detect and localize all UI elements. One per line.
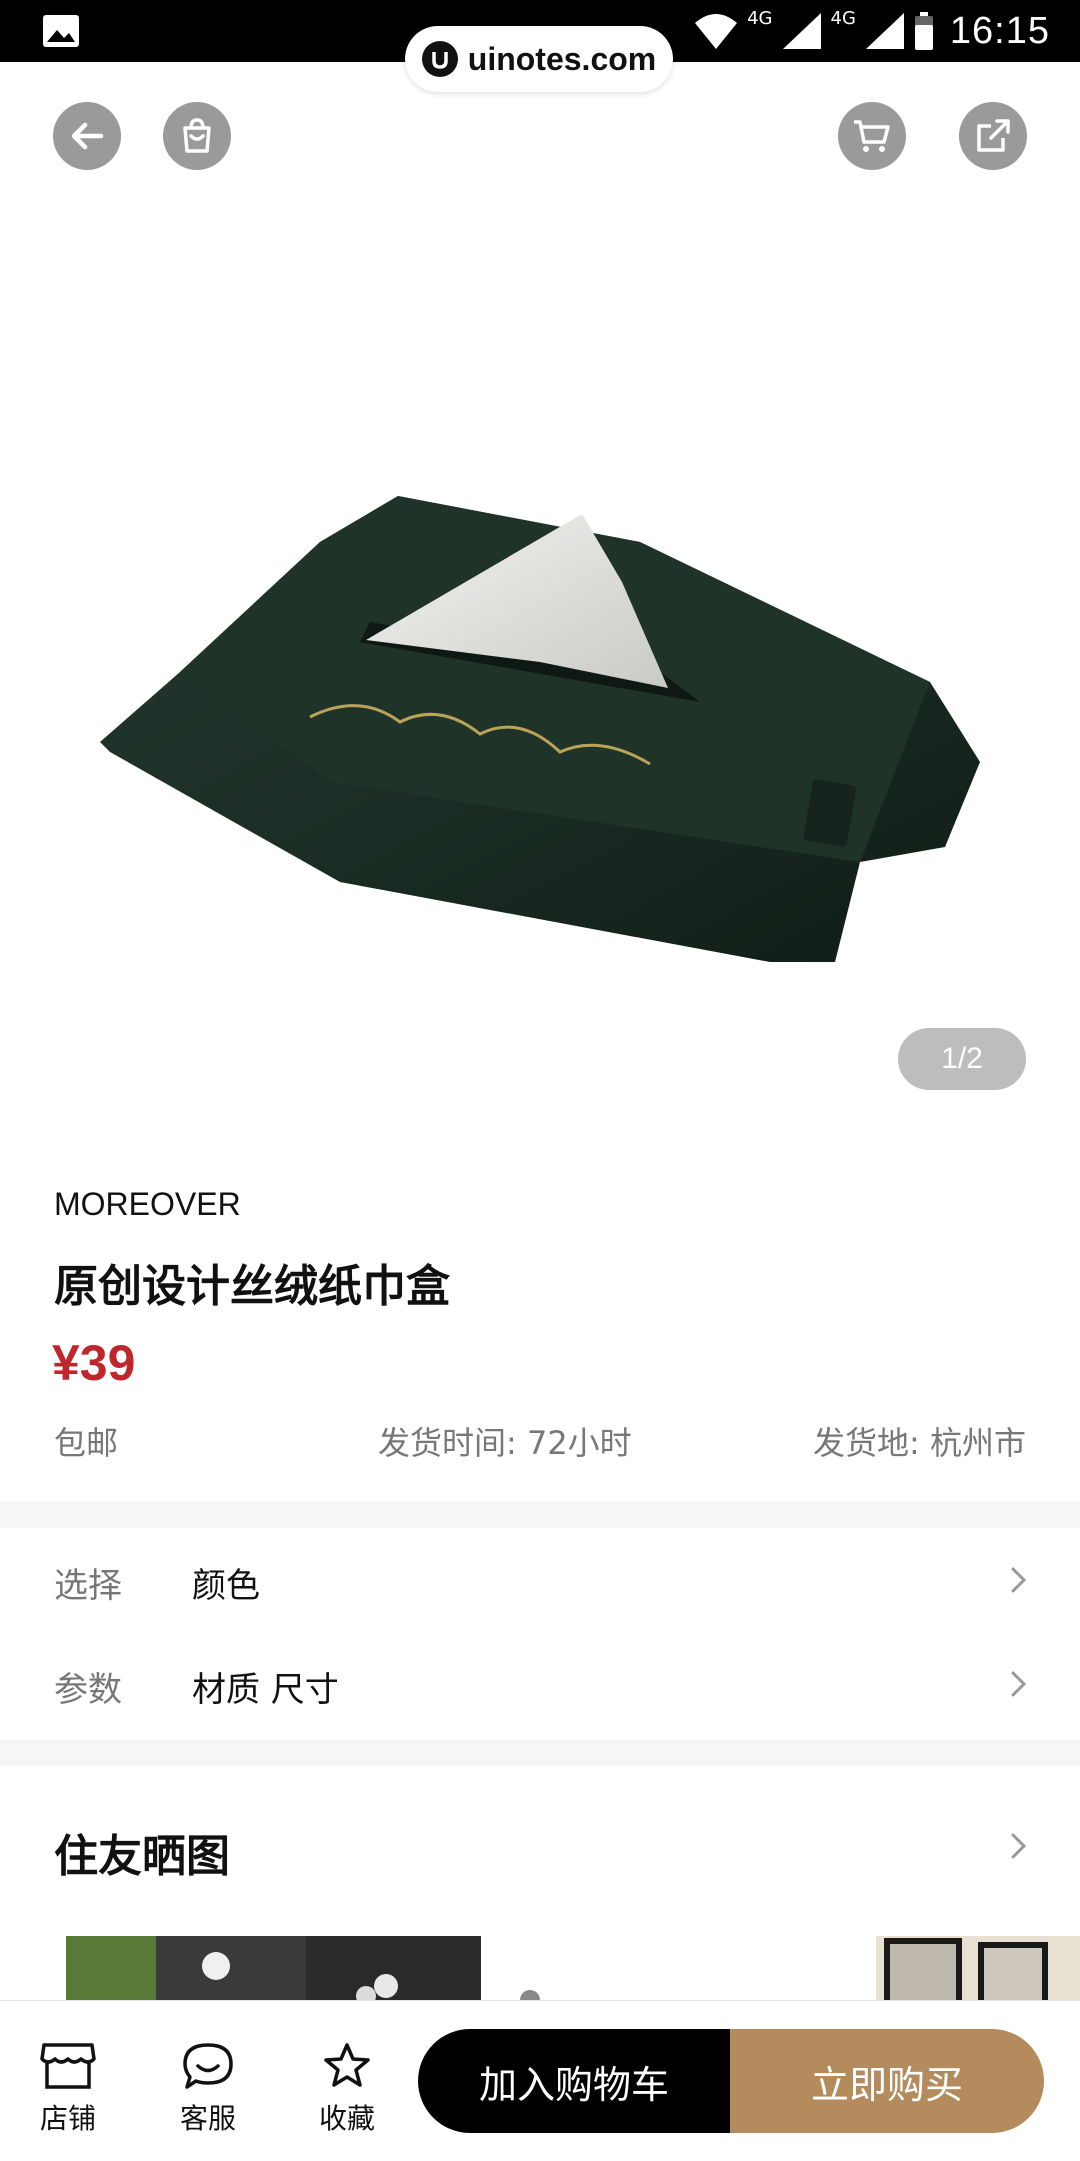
- star-icon: [324, 2043, 370, 2087]
- shopping-bag-icon: [183, 118, 211, 153]
- tab-label: 客服: [179, 2102, 236, 2135]
- chevron-right-icon: [1011, 1567, 1027, 1593]
- image-counter-badge: 1/2: [898, 1028, 1026, 1090]
- arrow-left-icon: [71, 122, 104, 150]
- product-price: ¥39: [52, 1335, 136, 1391]
- shipping-info: 包邮 发货时间: 72小时 发货地: 杭州市: [54, 1418, 1026, 1468]
- buy-now-button[interactable]: 立即购买: [730, 2029, 1044, 2133]
- product-title: 原创设计丝绒纸巾盒: [54, 1261, 450, 1312]
- free-shipping-label: 包邮: [54, 1424, 119, 1462]
- add-to-cart-button[interactable]: 加入购物车: [418, 2029, 730, 2133]
- ship-from-label: 发货地: 杭州市: [813, 1424, 1026, 1462]
- cart-icon: [854, 120, 890, 152]
- network-type-1: 4G: [747, 8, 773, 29]
- option-label: 参数: [54, 1670, 122, 1710]
- tab-label: 收藏: [318, 2102, 375, 2135]
- option-value: 颜色: [192, 1566, 260, 1606]
- ship-time-label: 发货时间: 72小时: [378, 1424, 632, 1462]
- share-button[interactable]: [959, 102, 1027, 170]
- bottom-action-bar: 店铺 客服 收藏 加入购物车 立即购买: [0, 2000, 1080, 2161]
- battery-icon: [914, 12, 933, 50]
- tab-store[interactable]: 店铺: [18, 2041, 118, 2141]
- review-photo[interactable]: [500, 1936, 800, 2006]
- cart-button[interactable]: [838, 102, 906, 170]
- review-photo[interactable]: [66, 1936, 481, 2006]
- section-divider: [0, 1740, 1080, 1766]
- section-divider: [0, 1502, 1080, 1528]
- signal-icon-1: [782, 13, 821, 49]
- chevron-right-icon[interactable]: [1008, 1830, 1030, 1862]
- signal-icon-2: [865, 13, 904, 49]
- wifi-icon: [695, 14, 738, 49]
- review-photos-strip[interactable]: [0, 1936, 1080, 2006]
- option-label: 选择: [54, 1566, 122, 1606]
- option-value: 材质 尺寸: [192, 1670, 339, 1710]
- store-icon: [40, 2043, 96, 2089]
- store-button[interactable]: [163, 102, 231, 170]
- product-photo: [100, 496, 980, 962]
- tab-favorite[interactable]: 收藏: [297, 2041, 397, 2141]
- tab-customer-service[interactable]: 客服: [158, 2041, 258, 2141]
- network-type-2: 4G: [830, 8, 856, 29]
- watermark-text: uinotes.com: [467, 40, 657, 77]
- status-time: 16:15: [949, 9, 1050, 52]
- option-row-params[interactable]: 参数 材质 尺寸: [0, 1632, 1080, 1736]
- watermark-badge: uinotes.com: [405, 26, 673, 92]
- reviews-section-title: 住友晒图: [54, 1831, 230, 1882]
- brand-name[interactable]: MOREOVER: [54, 1186, 241, 1223]
- purchase-buttons: 加入购物车 立即购买: [418, 2029, 1044, 2133]
- share-icon: [977, 119, 1010, 152]
- image-notification-icon: [43, 15, 79, 47]
- chevron-right-icon: [1011, 1671, 1027, 1697]
- chat-icon: [183, 2043, 233, 2089]
- product-image-gallery[interactable]: [0, 62, 1080, 1142]
- review-photo[interactable]: [876, 1936, 1080, 2006]
- back-button[interactable]: [53, 102, 121, 170]
- option-row-color[interactable]: 选择 颜色: [0, 1528, 1080, 1632]
- tab-label: 店铺: [39, 2102, 96, 2135]
- watermark-logo-icon: [421, 41, 458, 77]
